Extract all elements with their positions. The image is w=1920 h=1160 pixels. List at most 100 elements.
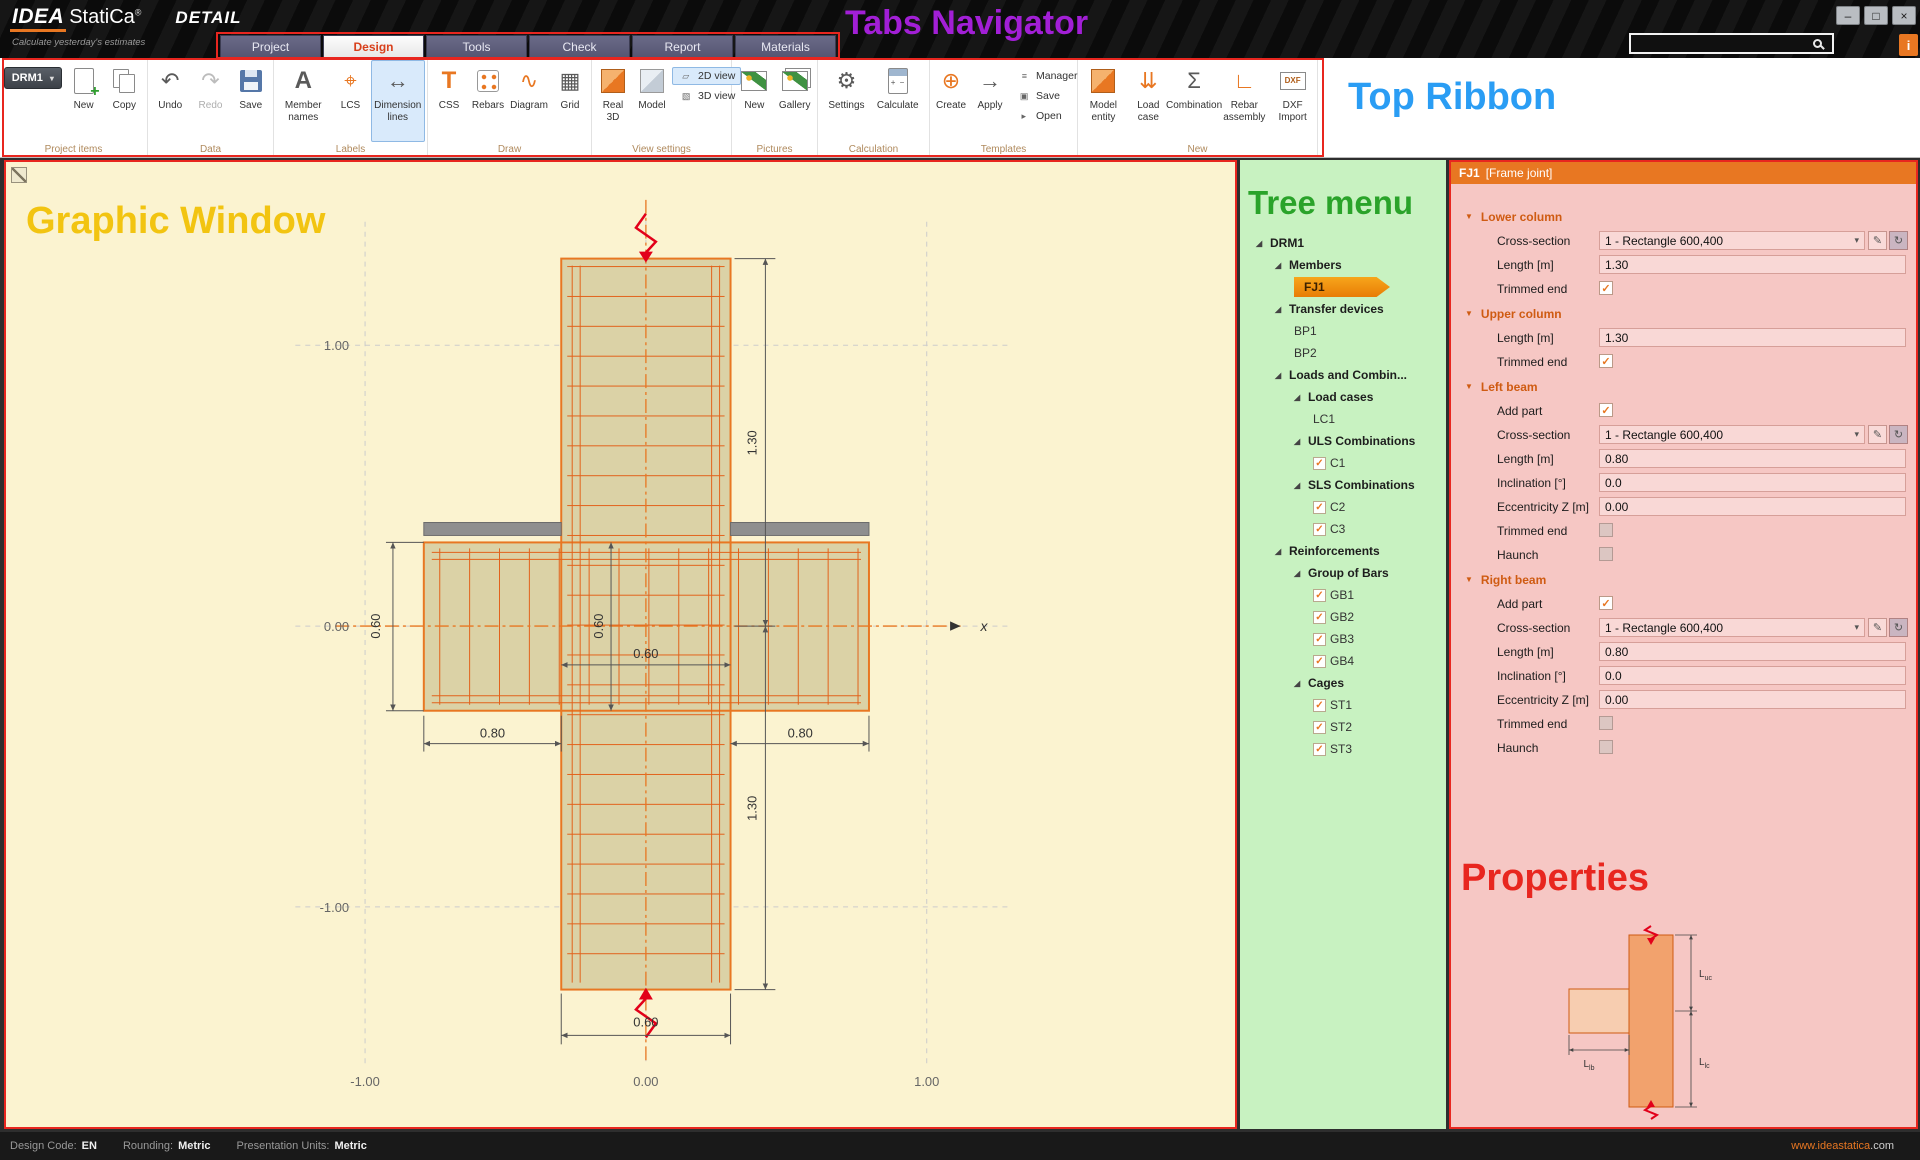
model-entity-button[interactable]: Model entity xyxy=(1080,60,1127,142)
checkbox-checked-icon[interactable]: ✓ xyxy=(1313,633,1326,646)
info-icon[interactable]: i xyxy=(1899,34,1918,56)
tab-report[interactable]: Report xyxy=(632,35,733,57)
website-link[interactable]: www.ideastatica .com xyxy=(1791,1140,1894,1152)
expander-icon[interactable]: ◢ xyxy=(1275,261,1285,270)
collapse-icon[interactable]: ▼ xyxy=(1465,212,1473,221)
new-button[interactable]: New xyxy=(65,60,103,142)
graphic-window[interactable]: x xyxy=(4,160,1237,1129)
checkbox-unchecked-icon[interactable] xyxy=(1599,523,1613,537)
apply-button[interactable]: →Apply xyxy=(971,60,1009,142)
tree-item-bp2[interactable]: BP2 xyxy=(1240,342,1446,364)
collapse-icon[interactable]: ▼ xyxy=(1465,309,1473,318)
save-button[interactable]: ▣Save xyxy=(1010,87,1083,105)
css-button[interactable]: TCSS xyxy=(430,60,468,142)
tree-item-st3[interactable]: ✓ST3 xyxy=(1240,738,1446,760)
expander-icon[interactable]: ◢ xyxy=(1275,547,1285,556)
checkbox-unchecked-icon[interactable] xyxy=(1599,740,1613,754)
open-button[interactable]: ▸Open xyxy=(1010,107,1083,125)
expander-icon[interactable]: ◢ xyxy=(1294,393,1304,402)
checkbox-checked-icon[interactable]: ✓ xyxy=(1313,655,1326,668)
checkbox-checked-icon[interactable]: ✓ xyxy=(1313,743,1326,756)
value-field[interactable]: 0.0 xyxy=(1599,666,1906,685)
tab-materials[interactable]: Materials xyxy=(735,35,836,57)
tree-item-group-of-bars[interactable]: ◢Group of Bars xyxy=(1240,562,1446,584)
lcs-button[interactable]: ⌖LCS xyxy=(332,60,370,142)
checkbox-checked-icon[interactable]: ✓ xyxy=(1313,457,1326,470)
expander-icon[interactable]: ◢ xyxy=(1294,437,1304,446)
section-upper-column[interactable]: ▼Upper column xyxy=(1451,301,1916,326)
cross-section-select[interactable]: 1 - Rectangle 600,400▾ xyxy=(1599,618,1865,637)
3d-view-button[interactable]: ▧3D view xyxy=(672,87,741,105)
expander-icon[interactable]: ◢ xyxy=(1294,481,1304,490)
combination-button[interactable]: ΣCombination xyxy=(1170,60,1219,142)
refresh-icon[interactable]: ↻ xyxy=(1889,618,1908,637)
expander-icon[interactable]: ◢ xyxy=(1275,305,1285,314)
tab-check[interactable]: Check xyxy=(529,35,630,57)
tree-item-reinforcements[interactable]: ◢Reinforcements xyxy=(1240,540,1446,562)
save-button[interactable]: Save xyxy=(232,60,270,142)
tree-item-c3[interactable]: ✓C3 xyxy=(1240,518,1446,540)
calculate-button[interactable]: Calculate xyxy=(874,60,922,142)
checkbox-checked-icon[interactable]: ✓ xyxy=(1599,281,1613,295)
cross-section-select[interactable]: 1 - Rectangle 600,400▾ xyxy=(1599,425,1865,444)
edit-icon[interactable]: ✎ xyxy=(1868,618,1887,637)
value-field[interactable]: 0.80 xyxy=(1599,642,1906,661)
checkbox-unchecked-icon[interactable] xyxy=(1599,547,1613,561)
collapse-icon[interactable]: ▼ xyxy=(1465,382,1473,391)
search-input[interactable] xyxy=(1635,38,1813,50)
new-button[interactable]: New xyxy=(735,60,773,142)
search-box[interactable] xyxy=(1629,33,1834,54)
value-field[interactable]: 1.30 xyxy=(1599,328,1906,347)
checkbox-checked-icon[interactable]: ✓ xyxy=(1313,699,1326,712)
cross-section-select[interactable]: 1 - Rectangle 600,400▾ xyxy=(1599,231,1865,250)
value-field[interactable]: 0.00 xyxy=(1599,497,1906,516)
tree-item-drm1[interactable]: ◢DRM1 xyxy=(1240,232,1446,254)
checkbox-checked-icon[interactable]: ✓ xyxy=(1313,523,1326,536)
tree-item-cages[interactable]: ◢Cages xyxy=(1240,672,1446,694)
refresh-icon[interactable]: ↻ xyxy=(1889,231,1908,250)
expander-icon[interactable]: ◢ xyxy=(1294,569,1304,578)
tree-item-sls-combinations[interactable]: ◢SLS Combinations xyxy=(1240,474,1446,496)
tree-item-c1[interactable]: ✓C1 xyxy=(1240,452,1446,474)
value-field[interactable]: 0.0 xyxy=(1599,473,1906,492)
value-field[interactable]: 1.30 xyxy=(1599,255,1906,274)
close-button[interactable]: × xyxy=(1892,6,1916,25)
edit-icon[interactable]: ✎ xyxy=(1868,425,1887,444)
tree-item-fj1[interactable]: FJ1 xyxy=(1240,276,1446,298)
tree-item-lc1[interactable]: LC1 xyxy=(1240,408,1446,430)
search-icon[interactable] xyxy=(1813,39,1822,48)
tree-item-gb1[interactable]: ✓GB1 xyxy=(1240,584,1446,606)
diagram-button[interactable]: ∿Diagram xyxy=(508,60,550,142)
bearing-plate-right[interactable] xyxy=(731,523,869,536)
tree-item-gb3[interactable]: ✓GB3 xyxy=(1240,628,1446,650)
checkbox-checked-icon[interactable]: ✓ xyxy=(1599,596,1613,610)
tree-item-loads-and-combin[interactable]: ◢Loads and Combin... xyxy=(1240,364,1446,386)
redo-button[interactable]: ↷Redo xyxy=(192,60,230,142)
edit-icon[interactable]: ✎ xyxy=(1868,231,1887,250)
tab-project[interactable]: Project xyxy=(220,35,321,57)
tree-item-uls-combinations[interactable]: ◢ULS Combinations xyxy=(1240,430,1446,452)
tree-item-gb2[interactable]: ✓GB2 xyxy=(1240,606,1446,628)
copy-button[interactable]: Copy xyxy=(105,60,143,142)
section-lower-column[interactable]: ▼Lower column xyxy=(1451,204,1916,229)
section-right-beam[interactable]: ▼Right beam xyxy=(1451,567,1916,592)
rebar-assembly-button[interactable]: ∟Rebar assembly xyxy=(1219,60,1269,142)
manager-button[interactable]: ≡Manager xyxy=(1010,67,1083,85)
tree-item-st2[interactable]: ✓ST2 xyxy=(1240,716,1446,738)
checkbox-checked-icon[interactable]: ✓ xyxy=(1313,721,1326,734)
expander-icon[interactable]: ◢ xyxy=(1256,239,1266,248)
model-button[interactable]: Model xyxy=(633,60,671,142)
bearing-plate-left[interactable] xyxy=(424,523,561,536)
2d-view-button[interactable]: ▱2D view xyxy=(672,67,741,85)
checkbox-checked-icon[interactable]: ✓ xyxy=(1313,501,1326,514)
undo-button[interactable]: ↶Undo xyxy=(151,60,189,142)
checkbox-checked-icon[interactable]: ✓ xyxy=(1599,403,1613,417)
section-left-beam[interactable]: ▼Left beam xyxy=(1451,374,1916,399)
fit-view-icon[interactable] xyxy=(11,167,27,183)
tree-item-st1[interactable]: ✓ST1 xyxy=(1240,694,1446,716)
checkbox-checked-icon[interactable]: ✓ xyxy=(1599,354,1613,368)
checkbox-checked-icon[interactable]: ✓ xyxy=(1313,611,1326,624)
member-names-button[interactable]: AMember names xyxy=(276,60,331,142)
real-3d-button[interactable]: Real 3D xyxy=(594,60,632,142)
tree-item-bp1[interactable]: BP1 xyxy=(1240,320,1446,342)
